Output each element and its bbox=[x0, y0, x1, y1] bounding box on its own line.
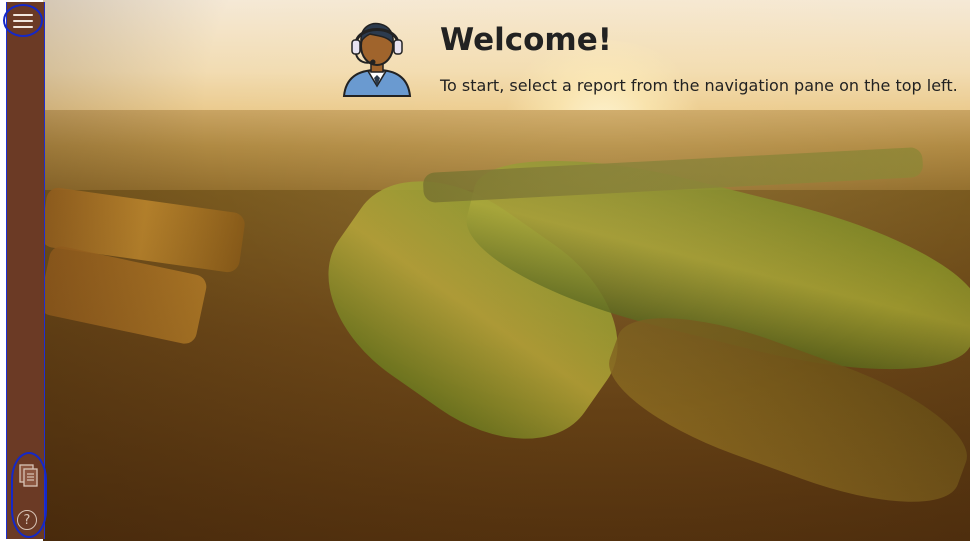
welcome-instructions: To start, select a report from the navig… bbox=[440, 76, 958, 95]
hamburger-menu-button[interactable] bbox=[3, 4, 43, 37]
hamburger-menu-icon bbox=[13, 10, 33, 32]
headset-support-avatar-icon bbox=[342, 22, 412, 97]
navigation-sidebar: ? bbox=[3, 2, 47, 539]
welcome-title: Welcome! bbox=[440, 22, 612, 58]
report-pages-icon[interactable] bbox=[19, 464, 39, 488]
report-canvas: ? Welcome! To start, select a report fro… bbox=[0, 0, 970, 541]
sidebar-bottom-actions: ? bbox=[11, 452, 47, 538]
help-icon[interactable]: ? bbox=[17, 510, 37, 530]
